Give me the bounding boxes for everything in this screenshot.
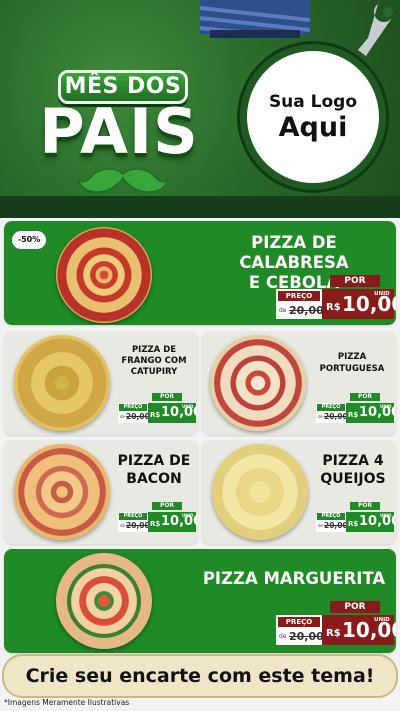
product-card-marguerita[interactable]: PIZZA MARGUERITA POR PREÇO de 20,00 R$ 1…	[4, 549, 396, 653]
unid-label: UNID	[182, 404, 194, 409]
header-band	[0, 196, 400, 218]
de-label: de	[318, 523, 323, 528]
logo-placeholder: Sua Logo Aqui	[240, 44, 386, 190]
product-title: PIZZA 4 QUEIJOS	[312, 452, 394, 488]
product-title-line1: PIZZA	[337, 352, 367, 362]
title-block: MÊS DOS PAIS	[8, 42, 223, 202]
price-tag: POR PREÇO de 20,00 R$ 10,00 UNID	[276, 275, 396, 321]
por-label: POR	[330, 275, 380, 287]
preco-label: PREÇO	[317, 404, 345, 411]
title-main: PAIS	[39, 95, 199, 168]
product-title-line2: FRANGO COM	[121, 356, 187, 366]
currency-label: R$	[150, 411, 161, 419]
preco-label: PREÇO	[278, 617, 320, 627]
product-card-4-queijos[interactable]: PIZZA 4 QUEIJOS POR PREÇO de 20,00 R$ 10…	[202, 440, 396, 544]
preco-label: PREÇO	[119, 513, 147, 520]
price-tag: POR PREÇO de 20,00 R$ 10,00 UNID	[118, 393, 198, 425]
old-price: 20,00	[289, 630, 324, 643]
price-tag: POR PREÇO de 20,00 R$ 10,00 UNID	[316, 393, 396, 425]
old-price: 20,00	[324, 521, 348, 530]
product-title: PIZZA DE FRANGO COM CATUPIRY	[112, 345, 196, 378]
preco-label: PREÇO	[278, 291, 320, 301]
product-title: PIZZA PORTUGUESA	[310, 351, 394, 375]
old-price: 20,00	[289, 304, 324, 317]
product-title-line2: QUEIJOS	[320, 471, 386, 487]
unid-label: UNID	[380, 404, 392, 409]
currency-label: R$	[150, 520, 161, 528]
de-label: de	[279, 633, 287, 640]
de-label: de	[279, 307, 287, 314]
old-price: 20,00	[126, 412, 150, 421]
unid-label: UNID	[374, 617, 390, 623]
product-card-frango[interactable]: PIZZA DE FRANGO COM CATUPIRY POR PREÇO d…	[4, 331, 198, 435]
currency-label: R$	[348, 411, 359, 419]
pizza-calabresa-image	[56, 227, 152, 323]
product-card-calabresa[interactable]: -50% PIZZA DE CALABRESA E CEBOLA POR PRE…	[4, 221, 396, 325]
por-label: POR	[350, 502, 380, 510]
pizza-portuguesa-image	[210, 335, 306, 431]
price-tag: POR PREÇO de 20,00 R$ 10,00 UNID	[276, 601, 396, 647]
product-title-line3: CATUPIRY	[130, 367, 178, 377]
product-title: PIZZA DE BACON	[112, 452, 196, 488]
por-label: POR	[330, 601, 380, 613]
footnote: *Imagens Meramente Ilustrativas	[4, 698, 130, 707]
old-price: 20,00	[324, 412, 348, 421]
flyer: MÊS DOS PAIS Sua Logo Aqui -50% PIZZA DE…	[0, 0, 400, 711]
pizza-bacon-image	[14, 444, 110, 540]
product-title-line1: PIZZA 4	[322, 453, 384, 469]
por-label: POR	[350, 393, 380, 401]
product-title-line1: PIZZA DE	[117, 453, 191, 469]
pizza-marguerita-image	[56, 553, 152, 649]
old-price: 20,00	[126, 521, 150, 530]
product-card-portuguesa[interactable]: PIZZA PORTUGUESA POR PREÇO de 20,00 R$ 1…	[202, 331, 396, 435]
discount-badge: -50%	[12, 231, 46, 249]
product-title: PIZZA MARGUERITA	[194, 569, 394, 589]
logo-line1: Sua Logo	[268, 91, 358, 112]
cta-banner[interactable]: Crie seu encarte com este tema!	[4, 656, 396, 696]
preco-label: PREÇO	[317, 513, 345, 520]
por-label: POR	[152, 502, 182, 510]
pizza-frango-image	[14, 335, 110, 431]
unid-label: UNID	[182, 513, 194, 518]
product-card-bacon[interactable]: PIZZA DE BACON POR PREÇO de 20,00 R$ 10,…	[4, 440, 198, 544]
product-title-line2: PORTUGUESA	[319, 364, 385, 374]
currency-label: R$	[348, 520, 359, 528]
preco-label: PREÇO	[119, 404, 147, 411]
product-title-line1: PIZZA DE CALABRESA	[239, 233, 349, 272]
header: MÊS DOS PAIS Sua Logo Aqui	[0, 0, 400, 214]
unid-label: UNID	[374, 291, 390, 297]
unid-label: UNID	[380, 513, 392, 518]
pizza-4-queijos-image	[212, 444, 308, 540]
de-label: de	[120, 414, 125, 419]
product-title-line1: PIZZA DE	[131, 345, 177, 355]
currency-label: R$	[326, 302, 341, 313]
wrench-icon	[358, 4, 393, 56]
de-label: de	[120, 523, 125, 528]
de-label: de	[318, 414, 323, 419]
por-label: POR	[152, 393, 182, 401]
mustache-icon	[78, 168, 168, 193]
price-tag: POR PREÇO de 20,00 R$ 10,00 UNID	[118, 502, 198, 534]
price-tag: POR PREÇO de 20,00 R$ 10,00 UNID	[316, 502, 396, 534]
product-title-line2: BACON	[126, 471, 182, 487]
product-title-line1: PIZZA MARGUERITA	[202, 569, 386, 588]
currency-label: R$	[326, 628, 341, 639]
logo-line2: Aqui	[278, 111, 348, 143]
tie-decoration-icon	[200, 0, 310, 38]
